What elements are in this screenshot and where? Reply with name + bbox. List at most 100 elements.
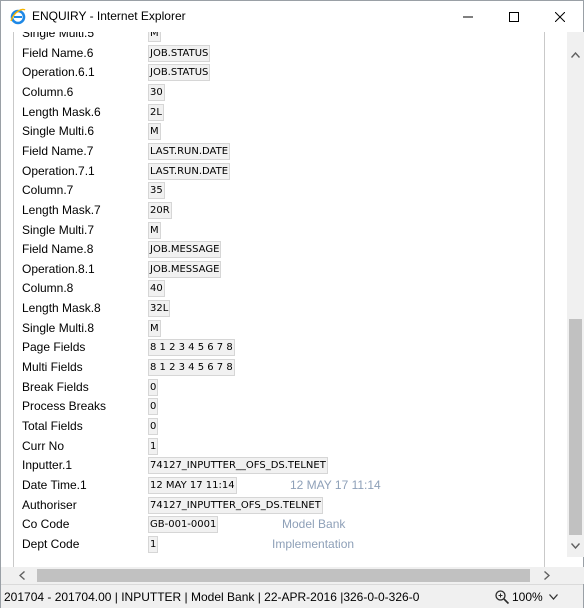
field-row: Inputter.1 74127_INPUTTER__OFS_DS.TELNET bbox=[22, 456, 542, 476]
ie-logo-icon bbox=[9, 7, 27, 25]
field-label: Break Fields bbox=[22, 379, 89, 394]
field-value: LAST.RUN.DATE bbox=[148, 142, 231, 160]
vertical-scrollbar[interactable] bbox=[567, 32, 584, 557]
field-value: M bbox=[148, 221, 161, 239]
window-title: ENQUIRY - Internet Explorer bbox=[32, 9, 186, 23]
field-value: JOB.MESSAGE bbox=[148, 260, 222, 278]
browser-window: ENQUIRY - Internet Explorer Single Multi… bbox=[0, 0, 584, 608]
field-label: Inputter.1 bbox=[22, 458, 73, 473]
field-label: Field Name.7 bbox=[22, 143, 94, 158]
field-value: 0 bbox=[148, 418, 159, 435]
status-bar: 201704 - 201704.00 | INPUTTER | Model Ba… bbox=[1, 584, 583, 608]
horizontal-scroll-thumb[interactable] bbox=[37, 569, 530, 582]
field-value: 12 MAY 17 11:14 bbox=[148, 476, 237, 494]
field-value: 74127_INPUTTER_OFS_DS.TELNET bbox=[148, 496, 323, 514]
field-row: Single Multi.5 M bbox=[22, 32, 542, 44]
zoom-icon[interactable] bbox=[494, 589, 510, 605]
status-text: 201704 - 201704.00 | INPUTTER | Model Ba… bbox=[4, 590, 420, 604]
field-label: Column.6 bbox=[22, 84, 74, 99]
field-label: Dept Code bbox=[22, 536, 80, 551]
field-value: 30 bbox=[148, 83, 165, 101]
field-row: Field Name.6 JOB.STATUS bbox=[22, 44, 542, 64]
chevron-right-icon bbox=[543, 571, 550, 580]
field-value: 1 bbox=[148, 535, 159, 553]
scroll-left-button[interactable] bbox=[13, 567, 30, 584]
zoom-dropdown-button[interactable] bbox=[549, 590, 559, 604]
field-value: 74127_INPUTTER__OFS_DS.TELNET bbox=[148, 457, 328, 475]
page-content: Single Multi.5 M Field Name.6 JOB.STATUS Ope… bbox=[1, 32, 567, 567]
field-value: M bbox=[148, 32, 161, 42]
close-icon bbox=[555, 11, 565, 22]
scrollbar-corner bbox=[567, 567, 584, 584]
field-row: Field Name.8 JOB.MESSAGE bbox=[22, 240, 542, 260]
field-value: 2L bbox=[148, 103, 164, 121]
horizontal-scrollbar[interactable] bbox=[1, 567, 567, 584]
title-bar[interactable]: ENQUIRY - Internet Explorer bbox=[1, 1, 583, 32]
chevron-down-icon bbox=[549, 594, 558, 600]
field-label: Single Multi.7 bbox=[22, 222, 95, 237]
field-label: Operation.7.1 bbox=[22, 163, 95, 178]
field-row: Column.7 35 bbox=[22, 181, 542, 201]
maximize-button[interactable] bbox=[491, 1, 537, 32]
minimize-icon bbox=[463, 16, 473, 17]
field-value: M bbox=[148, 319, 161, 337]
field-row: Single Multi.7 M bbox=[22, 221, 542, 241]
field-row: Field Name.7 LAST.RUN.DATE bbox=[22, 142, 542, 162]
field-value: GB-001-0001 bbox=[148, 516, 219, 534]
field-enrichment: 12 MAY 17 11:14 bbox=[290, 477, 381, 492]
field-value: LAST.RUN.DATE bbox=[148, 162, 231, 180]
field-row: Length Mask.7 20R bbox=[22, 201, 542, 221]
field-row: Curr No 1 bbox=[22, 437, 542, 457]
scroll-down-button[interactable] bbox=[567, 537, 584, 554]
field-value: 40 bbox=[148, 280, 165, 298]
field-label: Field Name.6 bbox=[22, 45, 94, 60]
field-label: Curr No bbox=[22, 438, 65, 453]
minimize-button[interactable] bbox=[445, 1, 491, 32]
field-value: JOB.STATUS bbox=[148, 64, 211, 82]
field-label: Column.8 bbox=[22, 281, 74, 296]
field-row: Date Time.1 12 MAY 17 11:14 12 MAY 17 11:1… bbox=[22, 476, 542, 496]
field-value: M bbox=[148, 123, 161, 141]
field-label: Process Breaks bbox=[22, 399, 107, 414]
field-row: Page Fields 8 1 2 3 4 5 6 7 8 bbox=[22, 338, 542, 358]
field-label: Single Multi.6 bbox=[22, 124, 95, 139]
field-enrichment: Model Bank bbox=[282, 517, 346, 532]
field-row: Total Fields 0 bbox=[22, 417, 542, 437]
field-row: Process Breaks 0 bbox=[22, 397, 542, 417]
field-value: 8 1 2 3 4 5 6 7 8 bbox=[148, 359, 235, 377]
field-row: Single Multi.6 M bbox=[22, 122, 542, 142]
field-value: 8 1 2 3 4 5 6 7 8 bbox=[148, 339, 235, 357]
close-button[interactable] bbox=[537, 1, 583, 32]
field-label: Co Code bbox=[22, 517, 70, 532]
field-row: Co Code GB-001-0001 Model Bank bbox=[22, 515, 542, 535]
field-value: 1 bbox=[148, 437, 159, 455]
field-row: Dept Code 1 Implementation bbox=[22, 535, 542, 555]
field-label: Column.7 bbox=[22, 183, 74, 198]
field-label: Total Fields bbox=[22, 419, 83, 433]
field-value: 32L bbox=[148, 300, 171, 318]
field-value: 0 bbox=[148, 378, 159, 396]
field-label: Single Multi.5 bbox=[22, 32, 95, 40]
zoom-level[interactable]: 100% bbox=[512, 590, 543, 604]
field-row: Authoriser 74127_INPUTTER_OFS_DS.TELNET bbox=[22, 496, 542, 516]
chevron-up-icon bbox=[571, 51, 580, 58]
field-row: Column.6 30 bbox=[22, 83, 542, 103]
field-label: Length Mask.8 bbox=[22, 301, 101, 316]
field-row: Single Multi.8 M bbox=[22, 319, 542, 339]
field-value: 20R bbox=[148, 201, 172, 219]
field-label: Field Name.8 bbox=[22, 242, 94, 257]
field-row: Operation.8.1 JOB.MESSAGE bbox=[22, 260, 542, 280]
scroll-right-button[interactable] bbox=[538, 567, 555, 584]
field-label: Multi Fields bbox=[22, 360, 83, 375]
field-label: Operation.8.1 bbox=[22, 261, 95, 276]
field-enrichment: Implementation bbox=[272, 536, 355, 551]
field-row: Multi Fields 8 1 2 3 4 5 6 7 8 bbox=[22, 358, 542, 378]
maximize-icon bbox=[509, 11, 519, 22]
scroll-up-button[interactable] bbox=[567, 46, 584, 63]
field-value: 0 bbox=[148, 398, 159, 416]
field-label: Length Mask.6 bbox=[22, 104, 101, 119]
vertical-scroll-thumb[interactable] bbox=[569, 319, 582, 535]
field-row: Operation.7.1 LAST.RUN.DATE bbox=[22, 162, 542, 182]
field-label: Length Mask.7 bbox=[22, 202, 101, 217]
field-row: Break Fields 0 bbox=[22, 378, 542, 398]
